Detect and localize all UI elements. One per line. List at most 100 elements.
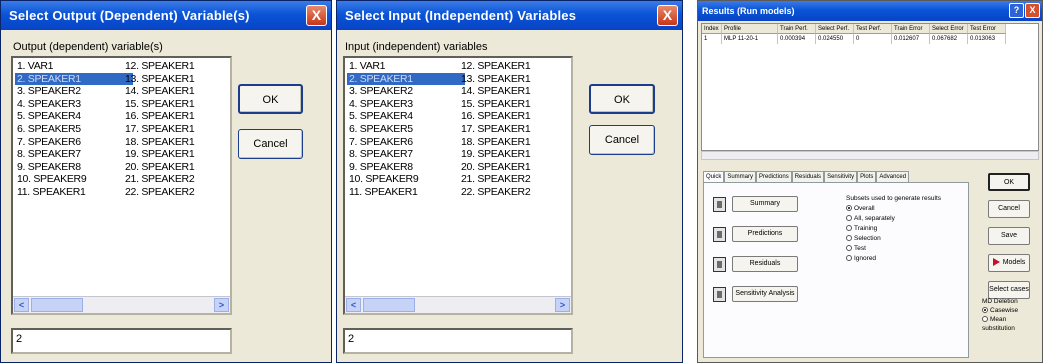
list-item[interactable]: 3. SPEAKER2 <box>15 85 133 98</box>
scrollbar-thumb[interactable] <box>31 298 83 312</box>
save-button[interactable]: Save <box>988 227 1030 245</box>
list-item[interactable]: 4. SPEAKER3 <box>15 98 133 111</box>
column-header[interactable]: Select Perf. <box>816 24 854 34</box>
output-variable-list[interactable]: 1. VAR1 2. SPEAKER1 3. SPEAKER2 4. SPEAKER3… <box>11 56 232 315</box>
results-table[interactable]: Index Profile Train Perf. Select Perf. T… <box>701 23 1039 151</box>
list-item[interactable]: 9. SPEAKER8 <box>15 161 133 174</box>
list-item[interactable]: 3. SPEAKER2 <box>347 85 465 98</box>
list-item[interactable]: 5. SPEAKER4 <box>347 110 465 123</box>
column-header[interactable]: Profile <box>722 24 778 34</box>
scroll-left-icon[interactable]: < <box>346 298 361 312</box>
list-item[interactable]: 8. SPEAKER7 <box>15 148 133 161</box>
column-header[interactable]: Train Error <box>892 24 930 34</box>
list-item[interactable]: 14. SPEAKER1 <box>459 85 577 98</box>
tab-quick[interactable]: Quick <box>703 171 725 182</box>
close-icon[interactable]: X <box>1025 3 1040 18</box>
ok-button[interactable]: OK <box>988 173 1030 191</box>
ok-button[interactable]: OK <box>589 84 655 114</box>
output-dialog-titlebar[interactable]: Select Output (Dependent) Variable(s) X <box>1 1 331 30</box>
list-item[interactable]: 11. SPEAKER1 <box>347 186 465 199</box>
list-item[interactable]: 18. SPEAKER1 <box>459 136 577 149</box>
list-item[interactable]: 20. SPEAKER1 <box>123 161 241 174</box>
list-item[interactable]: 22. SPEAKER2 <box>459 186 577 199</box>
input-dialog-titlebar[interactable]: Select Input (Independent) Variables X <box>337 1 682 30</box>
results-table-scrollbar[interactable] <box>701 151 1039 160</box>
models-button[interactable]: Models <box>988 254 1030 272</box>
list-item[interactable]: 16. SPEAKER1 <box>459 110 577 123</box>
list-item[interactable]: 15. SPEAKER1 <box>459 98 577 111</box>
tab-advanced[interactable]: Advanced <box>876 171 910 182</box>
help-icon[interactable]: ? <box>1009 3 1024 18</box>
scrollbar-thumb[interactable] <box>363 298 415 312</box>
residuals-button[interactable]: Residuals <box>732 256 798 272</box>
list-item[interactable]: 22. SPEAKER2 <box>123 186 241 199</box>
list-item[interactable]: 10. SPEAKER9 <box>347 173 465 186</box>
column-header[interactable]: Test Perf. <box>854 24 892 34</box>
list-item[interactable]: 1. VAR1 <box>347 60 465 73</box>
close-icon[interactable]: X <box>306 5 327 26</box>
ok-button[interactable]: OK <box>238 84 303 114</box>
output-selection-field[interactable]: 2 <box>11 328 232 354</box>
close-icon[interactable]: X <box>657 5 678 26</box>
list-item[interactable]: 11. SPEAKER1 <box>15 186 133 199</box>
list-item[interactable]: 14. SPEAKER1 <box>123 85 241 98</box>
output-list-scrollbar[interactable]: < > <box>13 296 230 313</box>
cancel-button[interactable]: Cancel <box>238 129 303 159</box>
input-list-scrollbar[interactable]: < > <box>345 296 571 313</box>
radio-training[interactable]: Training <box>846 224 966 234</box>
tab-plots[interactable]: Plots <box>857 171 877 182</box>
list-item[interactable]: 17. SPEAKER1 <box>123 123 241 136</box>
list-item[interactable]: 12. SPEAKER1 <box>123 60 241 73</box>
input-selection-field[interactable]: 2 <box>343 328 573 354</box>
list-item[interactable]: 1. VAR1 <box>15 60 133 73</box>
list-item[interactable]: 13. SPEAKER1 <box>123 73 241 86</box>
list-item[interactable]: 10. SPEAKER9 <box>15 173 133 186</box>
radio-test[interactable]: Test <box>846 244 966 254</box>
list-item[interactable]: 7. SPEAKER6 <box>15 136 133 149</box>
radio-ignored[interactable]: Ignored <box>846 254 966 264</box>
summary-button[interactable]: Summary <box>732 196 798 212</box>
radio-all-separately[interactable]: All, separately <box>846 214 966 224</box>
list-item[interactable]: 6. SPEAKER5 <box>347 123 465 136</box>
predictions-button[interactable]: Predictions <box>732 226 798 242</box>
tab-summary[interactable]: Summary <box>724 171 757 182</box>
list-item[interactable]: 8. SPEAKER7 <box>347 148 465 161</box>
list-item[interactable]: 9. SPEAKER8 <box>347 161 465 174</box>
cancel-button[interactable]: Cancel <box>589 125 655 155</box>
list-item[interactable]: 15. SPEAKER1 <box>123 98 241 111</box>
column-header[interactable]: Select Error <box>930 24 968 34</box>
input-variable-list[interactable]: 1. VAR1 2. SPEAKER1 3. SPEAKER2 4. SPEAKER3… <box>343 56 573 315</box>
column-header[interactable]: Index <box>702 24 722 34</box>
tab-residuals[interactable]: Residuals <box>791 171 825 182</box>
list-item[interactable]: 16. SPEAKER1 <box>123 110 241 123</box>
radio-casewise[interactable]: Casewise <box>982 306 1036 315</box>
list-item[interactable]: 2. SPEAKER1 <box>347 72 465 86</box>
list-item[interactable]: 13. SPEAKER1 <box>459 73 577 86</box>
list-item[interactable]: 7. SPEAKER6 <box>347 136 465 149</box>
list-item[interactable]: 19. SPEAKER1 <box>123 148 241 161</box>
list-item[interactable]: 2. SPEAKER1 <box>15 72 133 86</box>
list-item[interactable]: 18. SPEAKER1 <box>123 136 241 149</box>
list-item[interactable]: 20. SPEAKER1 <box>459 161 577 174</box>
list-item[interactable]: 6. SPEAKER5 <box>15 123 133 136</box>
results-dialog-titlebar[interactable]: Results (Run models) ? X <box>698 1 1042 21</box>
column-header[interactable]: Test Error <box>968 24 1006 34</box>
tab-sensitivity[interactable]: Sensitivity <box>824 171 858 182</box>
scroll-right-icon[interactable]: > <box>214 298 229 312</box>
list-item[interactable]: 12. SPEAKER1 <box>459 60 577 73</box>
sensitivity-analysis-button[interactable]: Sensitivity Analysis <box>732 286 798 302</box>
list-item[interactable]: 4. SPEAKER3 <box>347 98 465 111</box>
scroll-left-icon[interactable]: < <box>14 298 29 312</box>
column-header[interactable]: Train Perf. <box>778 24 816 34</box>
radio-selection[interactable]: Selection <box>846 234 966 244</box>
radio-mean-substitution[interactable]: Mean substitution <box>982 315 1036 333</box>
cancel-button[interactable]: Cancel <box>988 200 1030 218</box>
list-item[interactable]: 17. SPEAKER1 <box>459 123 577 136</box>
list-item[interactable]: 21. SPEAKER2 <box>459 173 577 186</box>
list-item[interactable]: 5. SPEAKER4 <box>15 110 133 123</box>
table-row[interactable]: 1 MLP 11-20-1 0.000394 0.024550 0 0.0126… <box>702 34 1038 44</box>
radio-overall[interactable]: Overall <box>846 204 966 214</box>
scroll-right-icon[interactable]: > <box>555 298 570 312</box>
list-item[interactable]: 21. SPEAKER2 <box>123 173 241 186</box>
list-item[interactable]: 19. SPEAKER1 <box>459 148 577 161</box>
